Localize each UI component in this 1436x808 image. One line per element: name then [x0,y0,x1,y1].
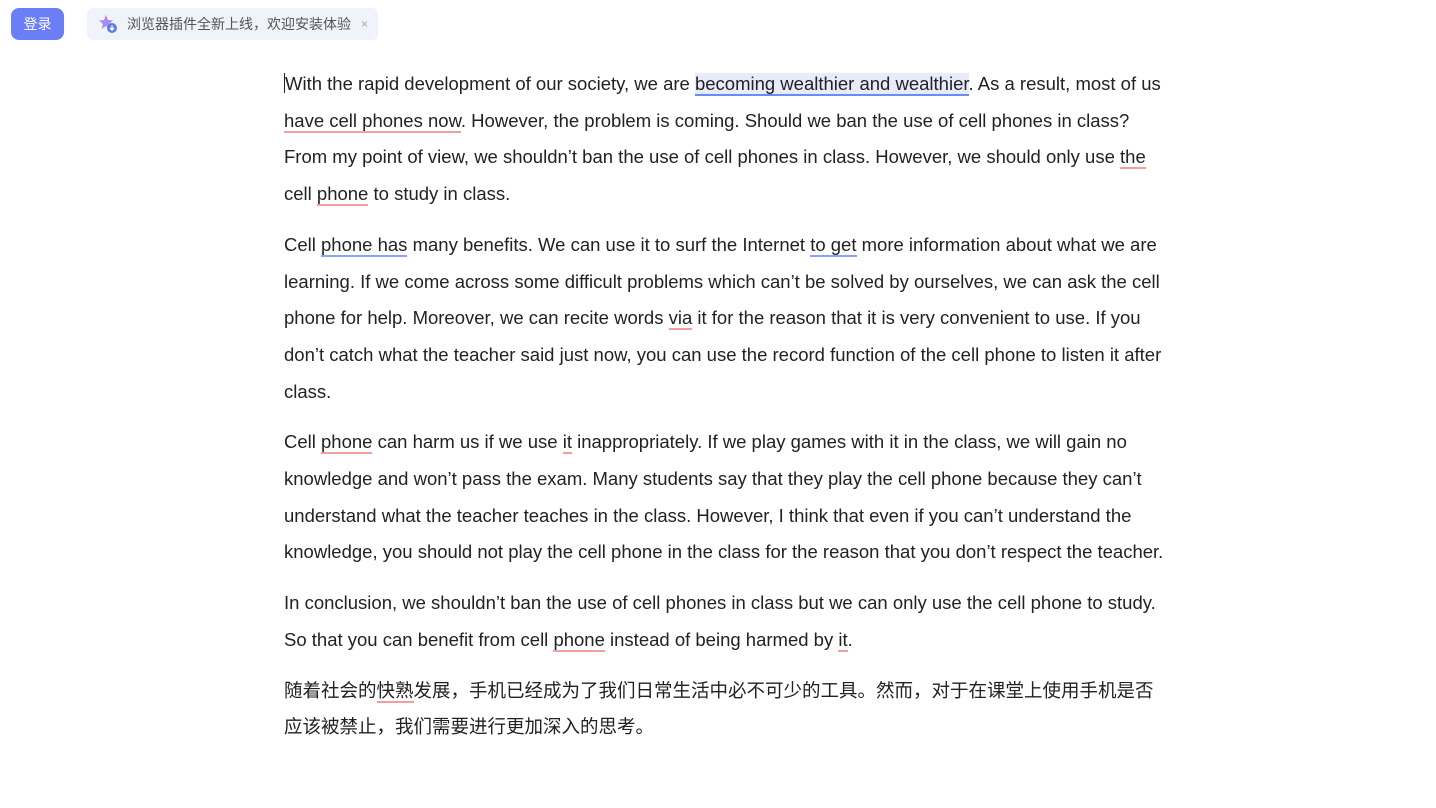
paragraph-4: In conclusion, we shouldn’t ban the use … [284,585,1164,658]
top-bar: 登录 浏览器插件全新上线，欢迎安装体验 × [11,8,379,40]
paragraph-1: With the rapid development of our societ… [284,66,1164,213]
plugin-star-icon [97,13,119,35]
essay-text: Cell [284,233,322,255]
flagged-phrase[interactable]: the [1120,146,1146,170]
flagged-phrase[interactable]: to get [810,233,857,257]
close-icon[interactable]: × [361,17,368,31]
essay-text: cell [284,183,317,205]
essay-text: . As a result, most of us [968,73,1161,94]
flagged-phrase[interactable]: via [668,307,693,331]
flagged-phrase[interactable]: it [562,431,572,455]
paragraph-5: 随着社会的快熟发展，手机已经成为了我们日常生活中必不可少的工具。然而，对于在课堂… [284,673,1164,746]
flagged-phrase[interactable]: it [838,628,848,652]
essay-text: . [847,628,853,650]
flagged-phrase[interactable]: phone [316,183,369,207]
essay-text: With the rapid development of our societ… [285,73,695,94]
flagged-phrase[interactable]: have cell phones now [284,109,461,133]
paragraph-3: Cell phone can harm us if we use it inap… [284,424,1164,571]
essay-text: to study in class. [368,183,511,205]
highlighted-phrase[interactable]: becoming wealthier and wealthier [694,73,969,96]
plugin-banner[interactable]: 浏览器插件全新上线，欢迎安装体验 × [87,8,379,40]
essay-text: instead of being harmed by [604,628,839,650]
essay-text: Cell [284,431,322,453]
flagged-phrase[interactable]: phone has [321,233,408,257]
flagged-phrase[interactable]: phone [553,628,605,652]
flagged-phrase[interactable]: 快熟 [376,679,414,703]
essay-text: 发展，手机已经成为了我们日常生活中必不可少的工具。然而，对于在课堂上使用手机是否… [284,679,1154,738]
login-button[interactable]: 登录 [11,8,64,40]
paragraph-2: Cell phone has many benefits. We can use… [284,227,1164,411]
essay-document[interactable]: With the rapid development of our societ… [284,66,1164,760]
banner-text: 浏览器插件全新上线，欢迎安装体验 [127,16,351,32]
essay-text: many benefits. We can use it to surf the… [407,233,811,255]
flagged-phrase[interactable]: phone [321,431,373,455]
essay-text: 随着社会的 [284,679,377,701]
essay-text: can harm us if we use [372,431,563,453]
